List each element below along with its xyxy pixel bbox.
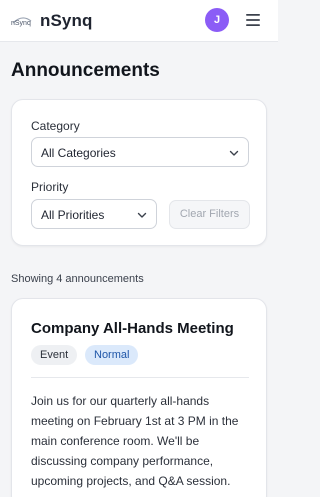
filter-panel: Category All Categories Priority All Pri…: [11, 99, 267, 246]
brand-name[interactable]: nSynq: [40, 11, 92, 31]
announcement-card[interactable]: Company All-Hands Meeting Event Normal J…: [11, 298, 267, 497]
user-avatar[interactable]: J: [205, 8, 229, 32]
top-navigation-bar: nSynq nSynq J: [0, 0, 278, 42]
priority-label: Priority: [31, 180, 69, 194]
clear-filters-button[interactable]: Clear Filters: [169, 200, 250, 229]
page-title: Announcements: [11, 60, 160, 81]
results-count: Showing 4 announcements: [11, 273, 144, 285]
category-label: Category: [31, 119, 80, 133]
category-select[interactable]: All Categories: [31, 137, 249, 167]
category-select-value: All Categories: [41, 146, 116, 160]
priority-select[interactable]: All Priorities: [31, 199, 157, 229]
announcement-title[interactable]: Company All-Hands Meeting: [31, 320, 234, 337]
priority-select-value: All Priorities: [41, 208, 105, 222]
announcement-type-badge: Event: [31, 345, 78, 365]
announcement-priority-badge: Normal: [85, 345, 139, 365]
chevron-down-icon: [229, 150, 239, 156]
nsynq-logo[interactable]: nSynq: [11, 12, 33, 28]
announcement-body: Join us for our quarterly all-hands meet…: [31, 394, 239, 488]
svg-text:nSynq: nSynq: [11, 20, 31, 27]
chevron-down-icon: [137, 212, 147, 218]
hamburger-menu-icon[interactable]: [244, 11, 262, 29]
card-divider: [31, 377, 249, 378]
